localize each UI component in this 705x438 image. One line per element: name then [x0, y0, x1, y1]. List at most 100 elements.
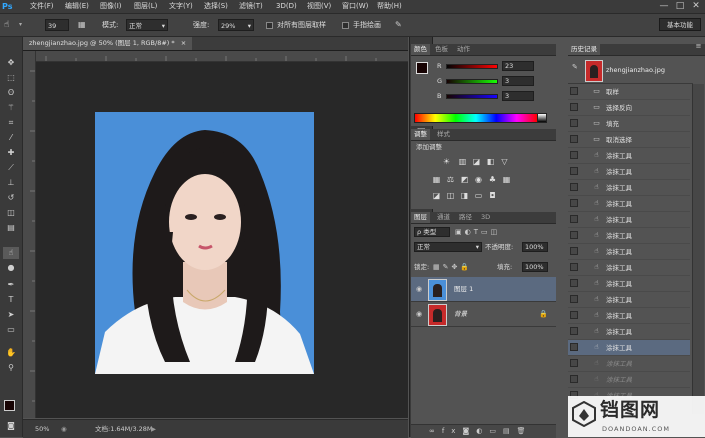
- quick-select-tool-icon[interactable]: ⚚: [3, 102, 19, 114]
- history-source-checkbox[interactable]: [570, 183, 578, 191]
- layer-row-layer1[interactable]: ◉ 图层 1: [411, 277, 556, 302]
- close-button[interactable]: ✕: [688, 0, 704, 13]
- gradient-tool-icon[interactable]: ▤: [3, 222, 19, 234]
- eye-icon[interactable]: ◉: [414, 284, 424, 294]
- history-item[interactable]: ☝ 涂抹工具: [568, 340, 690, 356]
- photo-filter-icon[interactable]: ◉: [473, 175, 484, 185]
- bw-ramp[interactable]: [537, 113, 547, 123]
- history-item[interactable]: ☝ 涂抹工具: [568, 372, 690, 388]
- menu-filter[interactable]: 滤镜(T): [239, 0, 263, 13]
- invert-icon[interactable]: ◪: [431, 191, 442, 201]
- mode-select[interactable]: 正常 ▾: [126, 19, 168, 31]
- history-source-checkbox[interactable]: [570, 279, 578, 287]
- history-item[interactable]: ☝ 涂抹工具: [568, 228, 690, 244]
- color-lookup-icon[interactable]: ▦: [501, 175, 512, 185]
- history-snapshot-row[interactable]: ✎ zhengjianzhao.jpg: [568, 58, 693, 84]
- menu-type[interactable]: 文字(Y): [169, 0, 193, 13]
- history-source-checkbox[interactable]: [570, 87, 578, 95]
- g-slider[interactable]: [446, 79, 498, 84]
- history-item[interactable]: ☝ 涂抹工具: [568, 292, 690, 308]
- history-item[interactable]: ☝ 涂抹工具: [568, 356, 690, 372]
- brush-panel-icon[interactable]: ▦: [78, 19, 90, 31]
- menu-help[interactable]: 帮助(H): [377, 0, 402, 13]
- history-source-checkbox[interactable]: [570, 247, 578, 255]
- history-source-checkbox[interactable]: [570, 103, 578, 111]
- history-source-checkbox[interactable]: [570, 327, 578, 335]
- black-white-icon[interactable]: ◩: [459, 175, 470, 185]
- gradient-map-icon[interactable]: ▭: [473, 191, 484, 201]
- history-source-checkbox[interactable]: [570, 311, 578, 319]
- history-source-checkbox[interactable]: [570, 135, 578, 143]
- quick-mask-icon[interactable]: ◙: [3, 420, 19, 432]
- tab-paths[interactable]: 路径: [459, 212, 472, 223]
- layer-kind-filter[interactable]: ρ 类型: [414, 227, 450, 237]
- history-item[interactable]: ☝ 涂抹工具: [568, 308, 690, 324]
- menu-edit[interactable]: 编辑(E): [65, 0, 89, 13]
- brush-tool-icon[interactable]: ⟋: [3, 162, 19, 174]
- blend-mode-select[interactable]: 正常 ▾: [414, 242, 482, 252]
- b-slider[interactable]: [446, 94, 498, 99]
- lock-icons[interactable]: ▦✎✥🔒: [433, 262, 489, 272]
- pen-tool-icon[interactable]: ✒: [3, 279, 19, 291]
- b-value-input[interactable]: 3: [502, 91, 534, 101]
- history-item[interactable]: ▭ 取样: [568, 84, 690, 100]
- history-source-checkbox[interactable]: [570, 215, 578, 223]
- history-brush-tool-icon[interactable]: ↺: [3, 192, 19, 204]
- menu-file[interactable]: 文件(F): [30, 0, 54, 13]
- layer-action-icons[interactable]: ∞fx◙◐▭▤🗑: [429, 426, 549, 437]
- history-source-checkbox[interactable]: [570, 199, 578, 207]
- history-source-checkbox[interactable]: [570, 375, 578, 383]
- eraser-tool-icon[interactable]: ◫: [3, 207, 19, 219]
- history-item[interactable]: ☝ 涂抹工具: [568, 148, 690, 164]
- foreground-color-chip[interactable]: [416, 62, 428, 74]
- lasso-tool-icon[interactable]: ʘ: [3, 87, 19, 99]
- dodge-tool-icon[interactable]: ●: [3, 262, 19, 274]
- minimize-button[interactable]: —: [656, 0, 672, 13]
- finger-painting-checkbox[interactable]: [342, 22, 349, 29]
- move-tool-icon[interactable]: ✥: [3, 57, 19, 69]
- g-value-input[interactable]: 3: [502, 76, 534, 86]
- history-source-checkbox[interactable]: [570, 151, 578, 159]
- tab-close-icon[interactable]: ×: [181, 39, 186, 47]
- posterize-icon[interactable]: ◫: [445, 191, 456, 201]
- crop-tool-icon[interactable]: ⌗: [3, 117, 19, 129]
- curves-icon[interactable]: ◪: [471, 157, 482, 167]
- tab-adjustments[interactable]: 调整: [411, 129, 430, 140]
- document-photo[interactable]: [95, 112, 314, 374]
- history-scrollbar[interactable]: [692, 84, 704, 414]
- workspace-switcher[interactable]: 基本功能: [659, 18, 701, 31]
- history-item[interactable]: ▭ 填充: [568, 116, 690, 132]
- opacity-input[interactable]: 100%: [522, 242, 548, 252]
- tab-history[interactable]: 历史记录: [568, 44, 600, 55]
- status-info-icon[interactable]: ◉: [61, 423, 67, 435]
- foreground-color-swatch[interactable]: [4, 400, 15, 411]
- maximize-button[interactable]: □: [672, 0, 688, 13]
- history-item[interactable]: ☝ 涂抹工具: [568, 196, 690, 212]
- history-source-checkbox[interactable]: [570, 359, 578, 367]
- chevron-down-icon[interactable]: ▾: [19, 19, 27, 31]
- history-brush-source-icon[interactable]: ✎: [572, 63, 580, 75]
- threshold-icon[interactable]: ◨: [459, 191, 470, 201]
- menu-view[interactable]: 视图(V): [307, 0, 331, 13]
- tab-styles[interactable]: 样式: [437, 129, 450, 140]
- marquee-tool-icon[interactable]: ⬚: [3, 72, 19, 84]
- clone-stamp-tool-icon[interactable]: ⊥: [3, 177, 19, 189]
- menu-select[interactable]: 选择(S): [204, 0, 228, 13]
- history-item[interactable]: ☝ 涂抹工具: [568, 180, 690, 196]
- zoom-tool-icon[interactable]: ⚲: [3, 362, 19, 374]
- zoom-level[interactable]: 50%: [35, 423, 49, 435]
- r-value-input[interactable]: 23: [502, 61, 534, 71]
- history-item[interactable]: ▭ 取消选择: [568, 132, 690, 148]
- layer-row-background[interactable]: ◉ 背景 🔒: [411, 302, 556, 327]
- layer-filter-icons[interactable]: ▣◐T▭◫: [455, 227, 525, 237]
- tab-color[interactable]: 颜色: [411, 44, 430, 55]
- hue-saturation-icon[interactable]: ▦: [431, 175, 442, 185]
- menu-window[interactable]: 窗口(W): [342, 0, 368, 13]
- tab-channels[interactable]: 通道: [437, 212, 450, 223]
- history-source-checkbox[interactable]: [570, 295, 578, 303]
- history-item[interactable]: ☝ 涂抹工具: [568, 324, 690, 340]
- tab-3d[interactable]: 3D: [481, 212, 490, 223]
- exposure-icon[interactable]: ◧: [485, 157, 496, 167]
- history-item[interactable]: ☝ 涂抹工具: [568, 164, 690, 180]
- status-arrow-icon[interactable]: ▶: [151, 423, 156, 435]
